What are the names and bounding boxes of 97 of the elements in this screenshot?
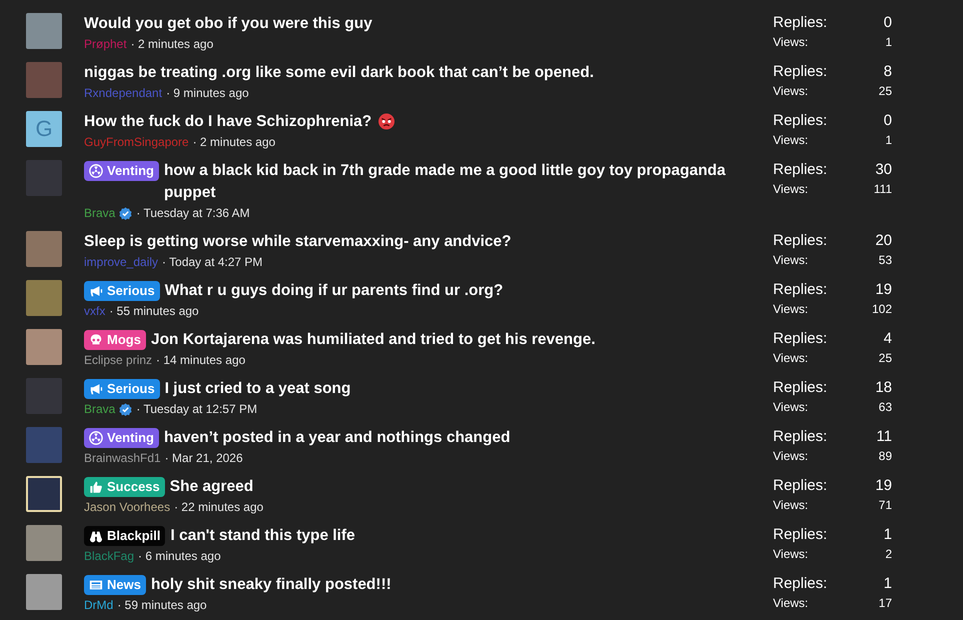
replies-count: 0 <box>884 13 892 33</box>
replies-label: Replies: <box>773 111 828 131</box>
replies-count: 8 <box>884 62 892 82</box>
replies-count: 1 <box>884 574 892 594</box>
prefix-label[interactable]: Mogs <box>84 330 146 350</box>
views-count: 63 <box>878 399 892 416</box>
replies-count: 19 <box>875 476 892 496</box>
author-link[interactable]: Brava <box>84 204 116 222</box>
replies-label: Replies: <box>773 231 828 251</box>
replies-label: Replies: <box>773 62 828 82</box>
post-time: · Tuesday at 12:57 PM <box>136 401 258 418</box>
newspaper-icon <box>89 578 103 592</box>
thread-title-link[interactable]: haven’t posted in a year and nothings changed <box>164 427 510 449</box>
views-count: 1 <box>885 132 892 149</box>
replies-count: 4 <box>884 329 892 349</box>
post-time: · 2 minutes ago <box>192 134 276 151</box>
author-link[interactable]: Jason Voorhees <box>84 498 170 516</box>
megaphone-icon <box>89 382 103 396</box>
views-count: 17 <box>878 595 892 612</box>
views-count: 89 <box>878 448 892 465</box>
prefix-label[interactable]: Serious <box>84 379 160 399</box>
views-label: Views: <box>773 132 808 149</box>
post-time: · Mar 21, 2026 <box>164 450 243 467</box>
views-count: 2 <box>885 546 892 563</box>
views-count: 25 <box>878 83 892 100</box>
views-label: Views: <box>773 252 808 269</box>
replies-label: Replies: <box>773 525 828 545</box>
author-link[interactable]: BrainwashFd1 <box>84 449 161 467</box>
prefix-label[interactable]: Success <box>84 477 165 497</box>
replies-label: Replies: <box>773 476 828 496</box>
views-label: Views: <box>773 399 808 416</box>
replies-label: Replies: <box>773 13 828 33</box>
prefix-label[interactable]: Serious <box>84 281 160 301</box>
views-count: 111 <box>874 181 892 198</box>
replies-label: Replies: <box>773 574 828 594</box>
author-link[interactable]: Eclipse prinz <box>84 351 152 369</box>
radiation-icon <box>89 431 103 445</box>
views-count: 71 <box>878 497 892 514</box>
post-time: · 22 minutes ago <box>174 499 264 516</box>
thread-title-link[interactable]: how a black kid back in 7th grade made me a good little goy toy propaganda puppet <box>164 160 764 204</box>
thread-title-link[interactable]: niggas be treating .org like some evil dark book that can’t be opened. <box>84 62 594 84</box>
views-count: 53 <box>878 252 892 269</box>
thread-title-link[interactable]: holy shit sneaky finally posted!!! <box>150 574 392 596</box>
views-label: Views: <box>773 350 808 367</box>
replies-count: 11 <box>876 427 892 447</box>
views-count: 102 <box>872 301 892 318</box>
prefix-label[interactable]: Blackpill <box>84 526 166 546</box>
thread-title-link[interactable]: Sleep is getting worse while starvemaxxing- any andvice? <box>84 231 512 253</box>
post-time: · 55 minutes ago <box>109 303 199 320</box>
post-time: · 9 minutes ago <box>166 85 249 102</box>
replies-label: Replies: <box>773 280 828 300</box>
replies-count: 19 <box>875 280 892 300</box>
views-label: Views: <box>773 83 808 100</box>
thread-title-link[interactable]: I can't stand this type life <box>170 525 356 547</box>
views-label: Views: <box>773 181 808 198</box>
views-count: 25 <box>878 350 892 367</box>
replies-count: 1 <box>884 525 892 545</box>
replies-count: 20 <box>875 231 892 251</box>
author-link[interactable]: DrMd <box>84 596 114 614</box>
thread-title-link[interactable]: Jon Kortajarena was humiliated and tried to get his revenge. <box>150 329 596 351</box>
views-label: Views: <box>773 34 808 51</box>
thread-title-link[interactable]: Would you get obo if you were this guy <box>84 13 372 35</box>
post-time: · 14 minutes ago <box>156 352 246 369</box>
replies-label: Replies: <box>773 427 828 447</box>
thumbs-up-icon <box>89 480 103 494</box>
views-label: Views: <box>773 497 808 514</box>
views-label: Views: <box>773 595 808 612</box>
views-label: Views: <box>773 448 808 465</box>
skull-icon <box>89 333 103 347</box>
post-time: · 6 minutes ago <box>138 548 221 565</box>
post-time: · Today at 4:27 PM <box>162 254 263 271</box>
replies-count: 0 <box>884 111 892 131</box>
prefix-label[interactable]: Venting <box>84 428 159 448</box>
author-link[interactable]: Brava <box>84 400 116 418</box>
post-time: · 2 minutes ago <box>130 36 214 53</box>
megaphone-icon <box>89 284 103 298</box>
binoculars-icon <box>89 529 103 543</box>
views-label: Views: <box>773 546 808 563</box>
thread-title-link[interactable]: She agreed <box>170 476 254 498</box>
replies-count: 18 <box>875 378 892 398</box>
replies-label: Replies: <box>773 329 828 349</box>
post-time: · Tuesday at 7:36 AM <box>136 205 250 222</box>
replies-label: Replies: <box>773 160 828 180</box>
replies-count: 30 <box>875 160 892 180</box>
author-link[interactable]: GuyFromSingapore <box>84 133 189 151</box>
thread-title-link[interactable]: What r u guys doing if ur parents find ur .org? <box>164 280 504 302</box>
replies-label: Replies: <box>773 378 828 398</box>
views-label: Views: <box>773 301 808 318</box>
prefix-label[interactable]: News <box>84 575 146 595</box>
author-link[interactable]: BlackFag <box>84 547 134 565</box>
thread-title-link[interactable]: How the fuck do I have Schizophrenia? <box>84 111 372 133</box>
thread-title-link[interactable]: I just cried to a yeat song <box>164 378 351 400</box>
prefix-label[interactable]: Venting <box>84 161 159 181</box>
radiation-icon <box>89 164 103 178</box>
avatar-placeholder[interactable] <box>26 476 62 512</box>
post-time: · 59 minutes ago <box>117 597 207 614</box>
views-count: 1 <box>885 34 892 51</box>
